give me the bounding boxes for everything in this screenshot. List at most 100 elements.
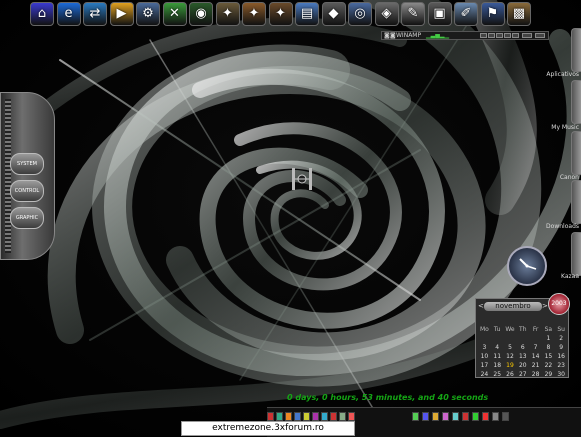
calendar-day[interactable]: 18 (491, 361, 504, 370)
prev-month-arrow[interactable]: < (478, 302, 484, 311)
calendar-weekday-row: Mo Tu We Th Fr Sa Su (478, 325, 568, 334)
character-icon-3[interactable]: ✦ (268, 2, 293, 26)
download-icon[interactable]: ✕ (162, 2, 187, 26)
calendar-day[interactable]: 25 (491, 370, 504, 379)
calendar-week-row: 3456789 (478, 343, 568, 352)
media-player-icon[interactable]: ▶ (109, 2, 134, 26)
taskbar-app-icon[interactable] (294, 412, 301, 421)
notepad-icon[interactable]: ✎ (401, 2, 425, 26)
internet-explorer-icon[interactable]: e (56, 2, 81, 26)
home-icon[interactable]: ⌂ (30, 2, 54, 26)
winamp-mini-player[interactable]: ◙◙ WINAMP ▁▃▅▂▁ (381, 31, 549, 40)
next-month-arrow[interactable]: > (542, 302, 548, 311)
calendar-day[interactable]: 11 (491, 352, 504, 361)
play-button[interactable] (488, 33, 495, 38)
desktop-icon-my-music[interactable] (571, 80, 581, 124)
desktop-icon-downloads[interactable] (571, 180, 581, 224)
taskbar-app-icon[interactable] (285, 412, 292, 421)
taskbar-app-icon[interactable] (330, 412, 337, 421)
calendar-day[interactable]: 30 (555, 370, 568, 379)
desktop-label-my-music: My Music (551, 124, 579, 131)
calendar-day[interactable]: 5 (504, 343, 517, 352)
calendar-day[interactable]: 26 (504, 370, 517, 379)
calendar-day[interactable]: 13 (516, 352, 529, 361)
edit-icon[interactable]: ✐ (454, 2, 478, 26)
desktop-icon-canon[interactable] (571, 131, 581, 175)
calendar-day[interactable]: 17 (478, 361, 491, 370)
taskbar-app-icon[interactable] (462, 412, 469, 421)
next-button[interactable] (512, 33, 519, 38)
settings-icon[interactable]: ⚙ (136, 2, 160, 26)
taskbar-app-icon[interactable] (312, 412, 319, 421)
calendar-day[interactable]: 21 (529, 361, 542, 370)
taskbar-app-icon[interactable] (267, 412, 274, 421)
calendar-day[interactable]: 24 (478, 370, 491, 379)
chart-icon[interactable]: ▤ (295, 2, 319, 26)
taskbar-app-icon[interactable] (502, 412, 509, 421)
flag-icon[interactable]: ⚑ (480, 2, 505, 26)
search-icon[interactable]: ◎ (348, 2, 372, 26)
calendar-day[interactable]: 29 (542, 370, 555, 379)
taskbar-app-icon[interactable] (472, 412, 479, 421)
calendar-day[interactable]: 12 (504, 352, 517, 361)
calendar-day[interactable]: 9 (555, 343, 568, 352)
uptime-counter: 0 days, 0 hours, 53 minutes, and 40 seco… (287, 393, 489, 402)
monitor-icon[interactable]: ▣ (427, 2, 452, 26)
calendar-day[interactable]: 28 (529, 370, 542, 379)
desktop-icon-kazaa[interactable] (571, 232, 581, 276)
character-icon-3-glyph: ✦ (275, 6, 286, 21)
character-icon[interactable]: ✦ (215, 2, 240, 26)
picture-icon[interactable]: ▩ (507, 2, 531, 26)
calendar-day[interactable]: 23 (555, 361, 568, 370)
calendar-day[interactable]: 6 (516, 343, 529, 352)
previous-button[interactable] (480, 33, 487, 38)
calendar-day[interactable]: 1 (542, 334, 555, 343)
control-button[interactable]: CONTROL (10, 180, 44, 202)
calendar-day[interactable]: 22 (542, 361, 555, 370)
calendar-week-row: 12 (478, 334, 568, 343)
tools-icon[interactable]: ◈ (374, 2, 399, 26)
system-button[interactable]: SYSTEM (10, 153, 44, 175)
calendar-day[interactable]: 14 (529, 352, 542, 361)
taskbar-app-icon[interactable] (482, 412, 489, 421)
taskbar-app-icon[interactable] (492, 412, 499, 421)
taskbar-app-icon[interactable] (412, 412, 419, 421)
download-icon-glyph: ✕ (169, 6, 180, 21)
games-icon-glyph: ◆ (328, 6, 339, 21)
calendar-day[interactable]: 3 (478, 343, 491, 352)
calendar-day[interactable]: 27 (516, 370, 529, 379)
calendar-day[interactable]: 7 (529, 343, 542, 352)
calendar-day[interactable]: 20 (516, 361, 529, 370)
calendar-day (516, 334, 529, 343)
calendar-day[interactable]: 8 (542, 343, 555, 352)
calendar-day-today[interactable]: 19 (504, 361, 517, 370)
calendar-day[interactable]: 2 (555, 334, 568, 343)
eject-button[interactable] (522, 33, 532, 38)
taskbar-app-icon[interactable] (452, 412, 459, 421)
taskbar-app-icon[interactable] (276, 412, 283, 421)
taskbar-app-icon[interactable] (348, 412, 355, 421)
taskbar-app-icon[interactable] (339, 412, 346, 421)
calendar-day[interactable]: 4 (491, 343, 504, 352)
graphic-button[interactable]: GRAPHIC (10, 207, 44, 229)
calendar-day[interactable]: 15 (542, 352, 555, 361)
taskbar-app-icon[interactable] (303, 412, 310, 421)
calendar-day[interactable]: 10 (478, 352, 491, 361)
taskbar-app-icon[interactable] (321, 412, 328, 421)
home-icon-glyph: ⌂ (37, 6, 47, 21)
calendar-day[interactable]: 16 (555, 352, 568, 361)
network-icon[interactable]: ⇄ (83, 2, 107, 26)
eye-icon[interactable]: ◉ (189, 2, 213, 26)
taskbar-app-icon[interactable] (422, 412, 429, 421)
calendar-day (529, 334, 542, 343)
desktop-label-kazaa: Kazaa (560, 273, 579, 280)
winamp-title: WINAMP (396, 32, 422, 39)
pause-button[interactable] (496, 33, 503, 38)
desktop-icon-aplicativos[interactable] (571, 28, 581, 72)
close-button[interactable] (535, 33, 545, 38)
taskbar-app-icon[interactable] (442, 412, 449, 421)
games-icon[interactable]: ◆ (321, 2, 346, 26)
taskbar-app-icon[interactable] (432, 412, 439, 421)
stop-button[interactable] (504, 33, 511, 38)
character-icon-2[interactable]: ✦ (242, 2, 266, 26)
